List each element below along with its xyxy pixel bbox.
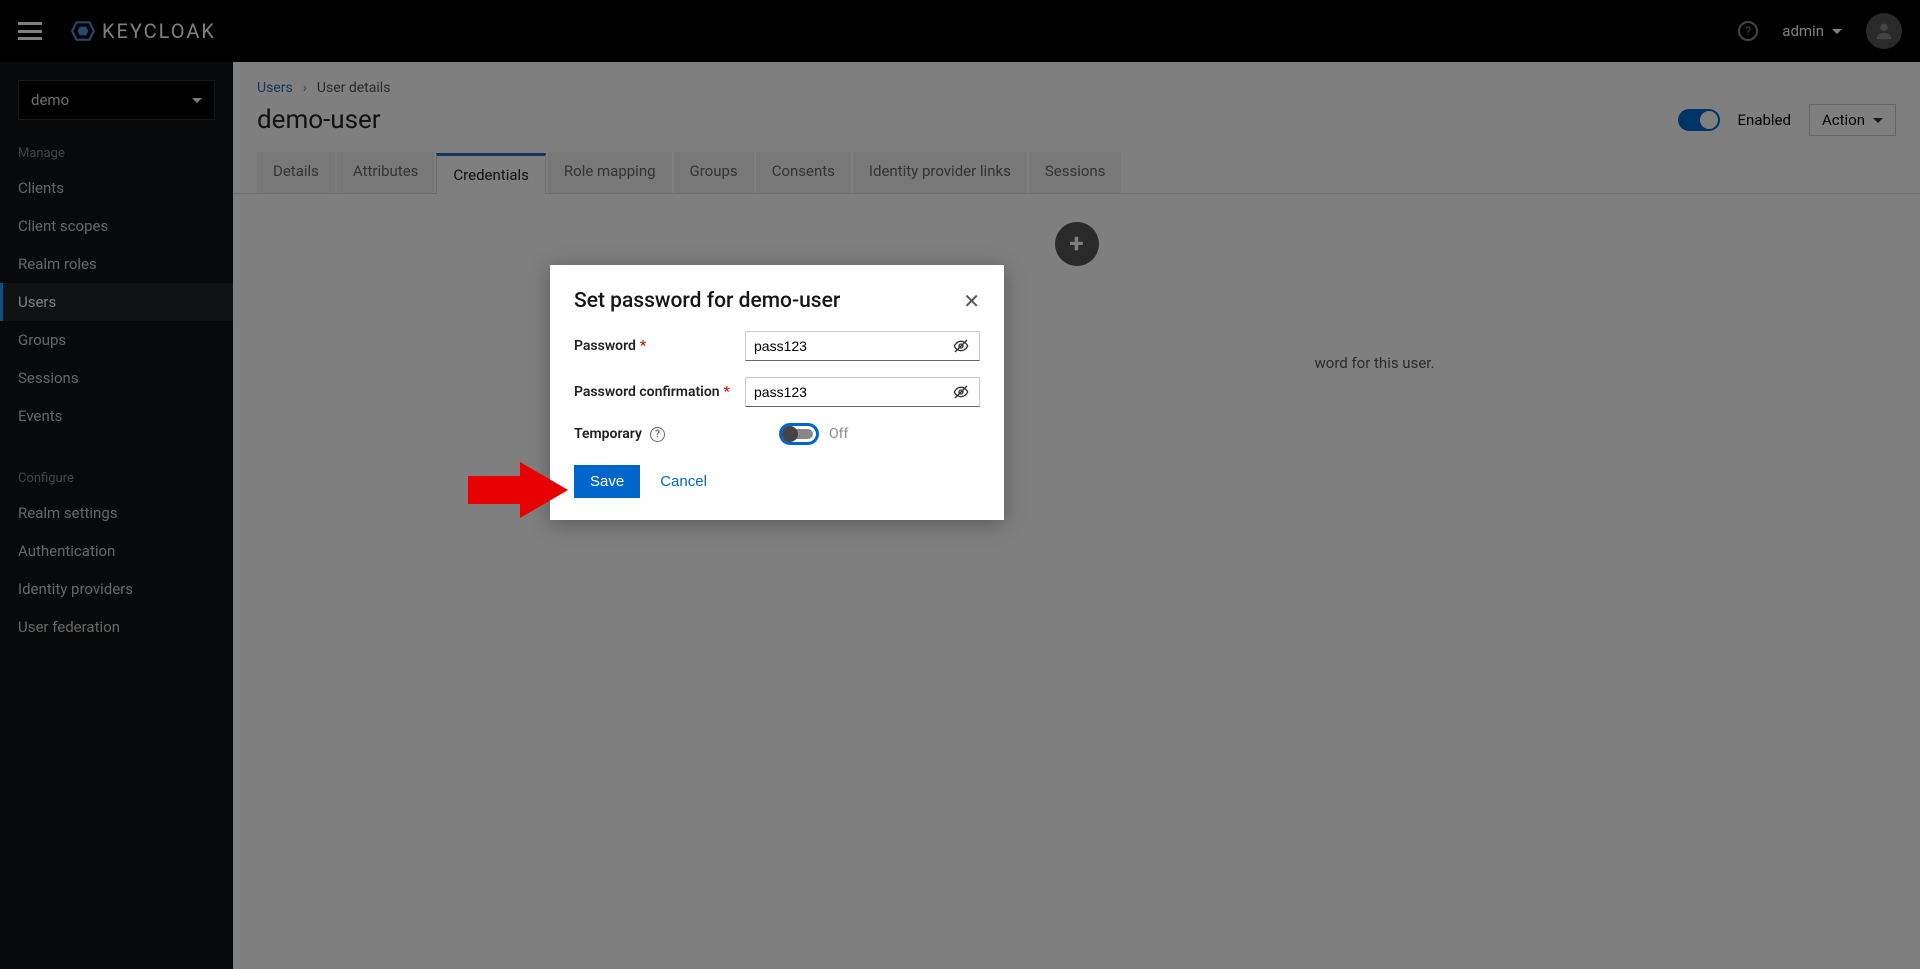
eye-slash-icon[interactable] bbox=[943, 338, 979, 354]
temporary-label: Temporary ? bbox=[574, 426, 759, 442]
save-button[interactable]: Save bbox=[574, 465, 640, 498]
modal-title: Set password for demo-user bbox=[574, 289, 840, 313]
temporary-toggle[interactable] bbox=[779, 423, 819, 445]
cancel-button[interactable]: Cancel bbox=[660, 473, 707, 490]
set-password-modal: Set password for demo-user ✕ Password* P… bbox=[550, 265, 1004, 520]
temporary-state: Off bbox=[829, 426, 848, 442]
confirm-label: Password confirmation* bbox=[574, 384, 745, 400]
password-confirm-input[interactable] bbox=[746, 378, 943, 406]
password-input[interactable] bbox=[746, 332, 943, 360]
help-icon[interactable]: ? bbox=[650, 427, 665, 442]
close-icon[interactable]: ✕ bbox=[963, 289, 980, 313]
eye-slash-icon[interactable] bbox=[943, 384, 979, 400]
password-label: Password* bbox=[574, 338, 745, 354]
